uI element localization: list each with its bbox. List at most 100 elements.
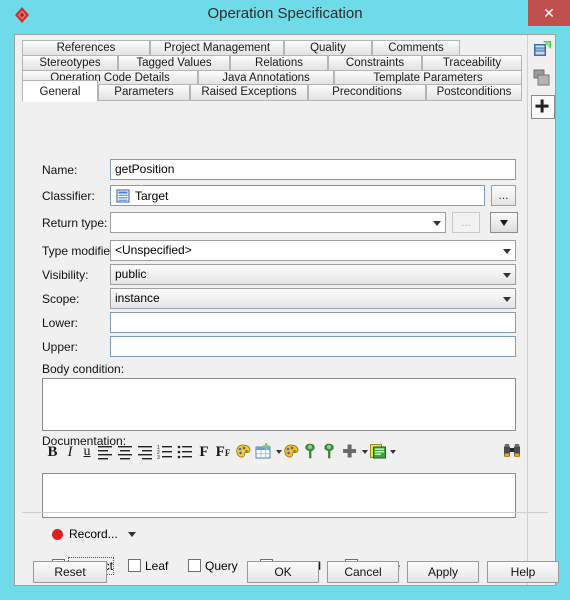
tab-preconditions[interactable]: Preconditions [308, 84, 426, 101]
close-button[interactable]: ✕ [528, 0, 570, 26]
tab-relations[interactable]: Relations [230, 55, 328, 71]
apply-button[interactable]: Apply [407, 561, 479, 583]
tab-row-4: General Parameters Raised Exceptions Precon… [22, 80, 522, 102]
tab-label: Tagged Values [136, 57, 212, 69]
type-modifier-combo[interactable]: <Unspecified> [110, 240, 516, 261]
tab-label: Preconditions [332, 86, 402, 98]
insert-image-icon[interactable] [283, 442, 299, 462]
tab-label: Stereotypes [39, 57, 101, 69]
upper-label: Upper: [42, 340, 79, 354]
tab-constraints[interactable]: Constraints [328, 55, 422, 71]
underline-icon[interactable]: u [80, 442, 94, 462]
visibility-combo[interactable]: public [110, 264, 516, 285]
paste-special-dropdown-caret[interactable] [390, 450, 396, 454]
tab-stereotypes[interactable]: Stereotypes [22, 55, 118, 71]
tab-label: Raised Exceptions [201, 86, 297, 98]
classifier-browse-button[interactable]: ... [491, 185, 516, 206]
tab-traceability[interactable]: Traceability [422, 55, 522, 71]
tab-postconditions[interactable]: Postconditions [426, 84, 522, 101]
bold-icon[interactable]: B [45, 442, 60, 462]
type-modifier-value: <Unspecified> [115, 243, 192, 257]
type-modifier-label: Type modifier: [42, 244, 118, 258]
apply-profile-icon[interactable] [531, 39, 553, 61]
name-label: Name: [42, 163, 78, 177]
return-type-dropdown-button[interactable] [490, 212, 518, 233]
class-icon [116, 189, 130, 203]
side-toolbar [527, 35, 555, 585]
title-bar: Operation Specification ✕ [0, 0, 570, 30]
text-color-icon[interactable] [235, 442, 251, 462]
lower-label: Lower: [42, 316, 79, 330]
visibility-label: Visibility: [42, 268, 89, 282]
insert-link-icon[interactable] [302, 442, 318, 462]
insert-anchor-icon[interactable] [321, 442, 337, 462]
chevron-down-icon [503, 248, 511, 254]
scope-combo[interactable]: instance [110, 288, 516, 309]
tab-label: Constraints [345, 57, 405, 69]
scope-label: Scope: [42, 292, 80, 306]
align-left-icon[interactable] [97, 442, 113, 462]
tab-row-1: References Project Management Quality Comme… [22, 40, 522, 56]
return-type-combo[interactable] [110, 212, 446, 233]
ordered-list-icon[interactable]: 123 [157, 442, 173, 462]
ok-button[interactable]: OK [247, 561, 319, 583]
tab-label: Traceability [442, 57, 502, 69]
chevron-down-icon [433, 220, 441, 226]
upper-input[interactable] [110, 336, 516, 357]
lower-input[interactable] [110, 312, 516, 333]
tab-label: Parameters [114, 86, 174, 98]
font-icon[interactable]: F [197, 442, 211, 462]
documentation-toolbar: B Iu 1 2 3 F FF [45, 442, 520, 464]
classifier-label: Classifier: [42, 189, 95, 203]
reset-button[interactable]: Reset [33, 561, 107, 583]
italic-icon[interactable]: I [63, 442, 77, 462]
tab-raised-exceptions[interactable]: Raised Exceptions [190, 84, 308, 101]
insert-table-dropdown-caret[interactable] [276, 450, 282, 454]
add-element-icon[interactable] [531, 95, 555, 119]
unordered-list-icon[interactable] [177, 442, 193, 462]
operation-specification-window: Operation Specification ✕ References Pro… [0, 0, 570, 600]
visibility-value: public [115, 267, 147, 281]
body-condition-label: Body condition: [42, 362, 125, 376]
tab-label: General [39, 86, 81, 98]
return-type-browse-button: ... [452, 212, 480, 233]
classifier-value: Target [135, 189, 169, 203]
clone-element-icon[interactable] [531, 67, 553, 89]
body-condition-textarea[interactable] [42, 378, 516, 431]
chevron-down-icon [503, 272, 511, 278]
insert-table-icon[interactable] [254, 442, 272, 462]
tab-row-2: Stereotypes Tagged Values Relations Constra… [22, 55, 522, 71]
dialog-button-bar: Reset OK Cancel Apply Help [15, 513, 559, 585]
dialog-client-area: References Project Management Quality Comme… [14, 34, 559, 586]
tab-label: References [56, 42, 116, 54]
tab-strip: References Project Management Quality Comme… [22, 40, 522, 102]
tab-label: Template Parameters [373, 72, 483, 84]
help-button[interactable]: Help [487, 561, 559, 583]
align-center-icon[interactable] [117, 442, 133, 462]
tab-references[interactable]: References [22, 40, 150, 56]
tab-label: Comments [388, 42, 444, 54]
tab-project-management[interactable]: Project Management [150, 40, 284, 56]
align-right-icon[interactable] [137, 442, 153, 462]
add-icon[interactable] [340, 442, 358, 462]
tab-tagged-values[interactable]: Tagged Values [118, 55, 230, 71]
chevron-down-icon [503, 296, 511, 302]
tab-comments[interactable]: Comments [372, 40, 460, 56]
scope-value: instance [115, 291, 160, 305]
return-type-label: Return type: [42, 216, 108, 230]
tab-general[interactable]: General [22, 80, 98, 102]
tab-label: Quality [310, 42, 346, 54]
classifier-input[interactable]: Target [110, 185, 485, 206]
tab-parameters[interactable]: Parameters [98, 84, 190, 101]
add-dropdown-caret[interactable] [362, 450, 368, 454]
name-input[interactable]: getPosition [110, 159, 516, 180]
tab-quality[interactable]: Quality [284, 40, 372, 56]
svg-text:3: 3 [157, 455, 160, 461]
window-title: Operation Specification [207, 5, 363, 22]
paste-special-icon[interactable] [368, 442, 386, 462]
tab-label: Project Management [163, 42, 271, 54]
font-size-icon[interactable]: FF [214, 442, 232, 462]
find-icon[interactable] [503, 442, 521, 462]
cancel-button[interactable]: Cancel [327, 561, 399, 583]
tab-label: Java Annotations [222, 72, 310, 84]
